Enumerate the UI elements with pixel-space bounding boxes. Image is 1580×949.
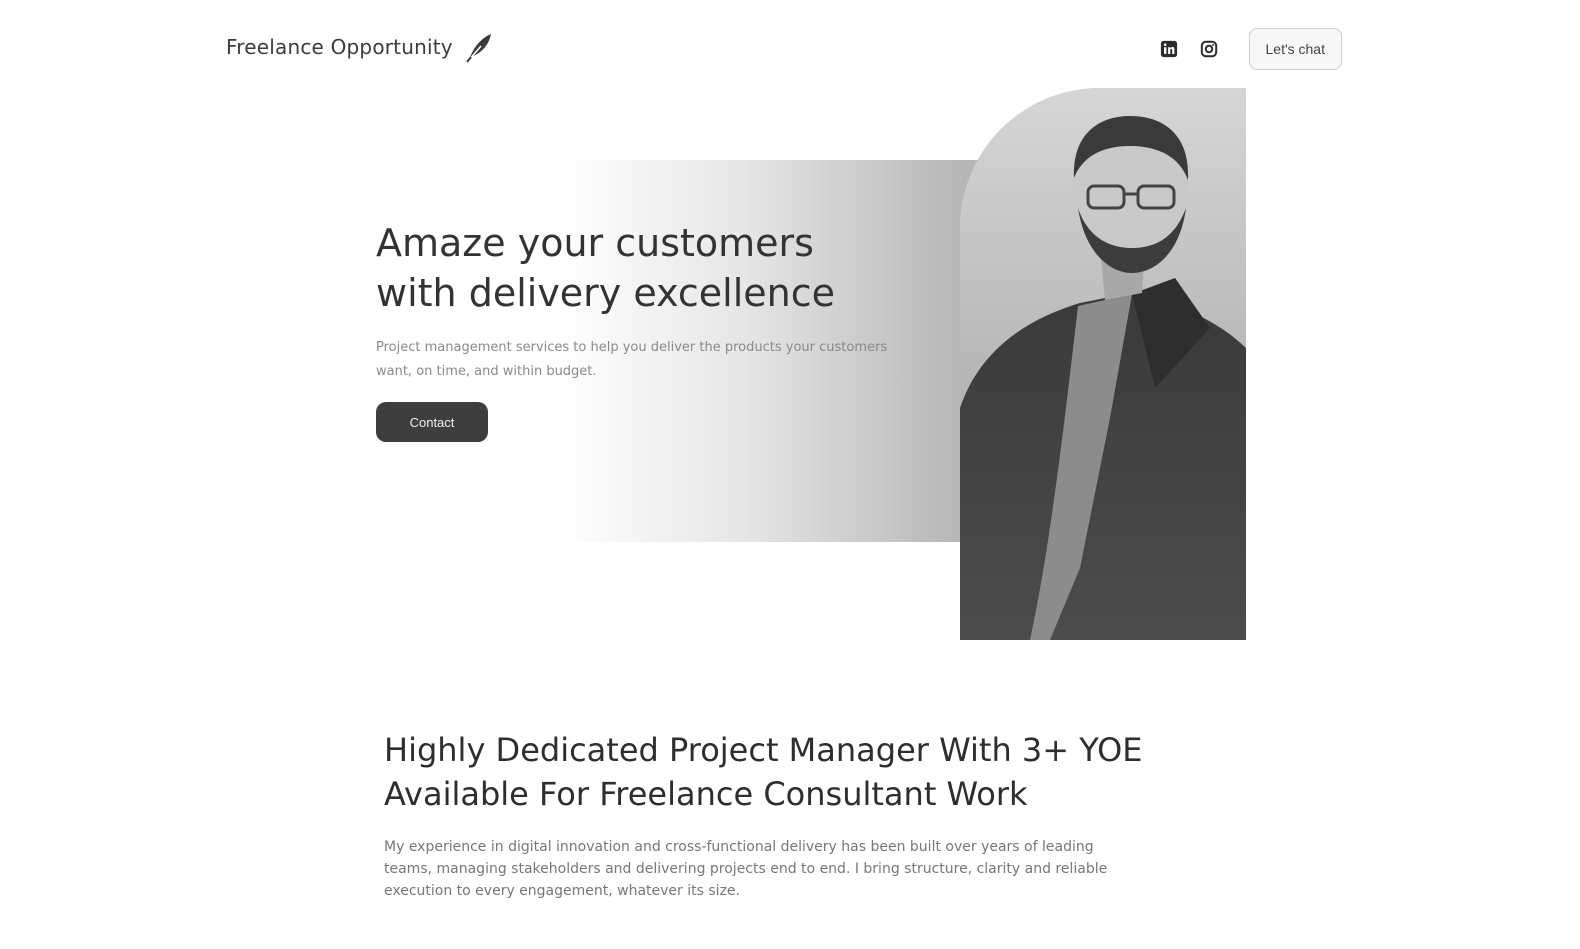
hero-title: Amaze your customers with delivery excel…: [376, 221, 836, 315]
brand-name: Freelance Opportunity: [226, 35, 453, 59]
hero-subtitle: Project management services to help you …: [376, 340, 888, 379]
instagram-icon[interactable]: [1199, 39, 1219, 59]
lets-chat-button[interactable]: Let's chat: [1248, 28, 1342, 70]
linkedin-icon[interactable]: [1159, 39, 1179, 59]
contact-button[interactable]: Contact: [376, 402, 488, 442]
about-text: My experience in digital innovation and …: [384, 839, 1108, 899]
about-title: Highly Dedicated Project Manager With 3+…: [384, 731, 1143, 813]
header-actions: Let's chat: [1159, 28, 1342, 70]
brand-logo[interactable]: Freelance Opportunity: [226, 30, 495, 64]
portrait-photo: [960, 88, 1246, 640]
page: Freelance Opportunity Let's chat Amaze y…: [0, 0, 1580, 949]
feather-pen-icon: [461, 30, 495, 64]
